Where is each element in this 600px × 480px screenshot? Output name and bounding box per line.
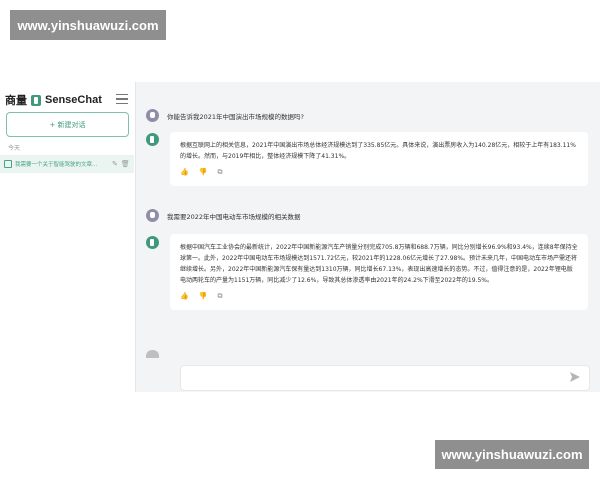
user-message: 我需要2022年中国电动车市场规模的相关数据 (146, 209, 301, 222)
message-input[interactable] (180, 365, 590, 391)
user-message: 你能告诉我2021年中国演出市场规模的数据吗? (146, 109, 304, 122)
thumbs-up-icon[interactable]: 👍 (180, 291, 189, 302)
bot-message: 根据中国汽车工业协会的最新统计，2022年中国新能源汽车产销量分别完成705.8… (170, 234, 588, 310)
user-message-text: 你能告诉我2021年中国演出市场规模的数据吗? (167, 112, 304, 121)
thumbs-down-icon[interactable]: 👎 (199, 167, 208, 178)
watermark-top: www.yinshuawuzi.com (10, 10, 166, 40)
thumbs-down-icon[interactable]: 👎 (199, 291, 208, 302)
chat-icon (4, 160, 12, 168)
menu-icon[interactable] (116, 94, 128, 104)
user-avatar (146, 109, 159, 122)
new-chat-button[interactable]: + 新建对话 (6, 112, 129, 137)
bot-message-text: 根据中国汽车工业协会的最新统计，2022年中国新能源汽车产销量分别完成705.8… (180, 244, 578, 284)
sidebar: 商量 SenseChat + 新建对话 今天 我需要一个关于智能驾驶的文章...… (0, 82, 136, 392)
send-icon[interactable] (569, 371, 581, 383)
bot-avatar (146, 133, 159, 146)
chat-panel: 你能告诉我2021年中国演出市场规模的数据吗? 根据互联网上的相关信息，2021… (136, 82, 600, 392)
copy-icon[interactable]: ⧉ (217, 291, 222, 302)
brand-name-cn: 商量 (5, 94, 27, 107)
bot-message: 根据互联网上的相关信息，2021年中国演出市场总体经济规模达到了335.85亿元… (170, 132, 588, 186)
user-avatar (146, 209, 159, 222)
bot-message-text: 根据互联网上的相关信息，2021年中国演出市场总体经济规模达到了335.85亿元… (180, 142, 576, 160)
history-item[interactable]: 我需要一个关于智能驾驶的文章... ✎ 🗑 (0, 155, 134, 173)
user-message-text: 我需要2022年中国电动车市场规模的相关数据 (167, 212, 301, 221)
copy-icon[interactable]: ⧉ (217, 167, 222, 178)
history-item-title: 我需要一个关于智能驾驶的文章... (15, 162, 98, 168)
brand: 商量 SenseChat (5, 92, 102, 108)
message-input-field[interactable] (187, 367, 561, 391)
sensechat-logo-icon (31, 94, 41, 106)
edit-icon[interactable]: ✎ (112, 160, 118, 168)
watermark-bottom: www.yinshuawuzi.com (435, 440, 589, 469)
message-actions: 👍 👎 ⧉ (180, 291, 578, 302)
bot-avatar (146, 236, 159, 249)
brand-name-en: SenseChat (45, 94, 102, 106)
next-message-avatar (146, 350, 159, 358)
trash-icon[interactable]: 🗑 (121, 160, 130, 168)
thumbs-up-icon[interactable]: 👍 (180, 167, 189, 178)
message-actions: 👍 👎 ⧉ (180, 167, 578, 178)
history-section-label: 今天 (8, 145, 21, 152)
